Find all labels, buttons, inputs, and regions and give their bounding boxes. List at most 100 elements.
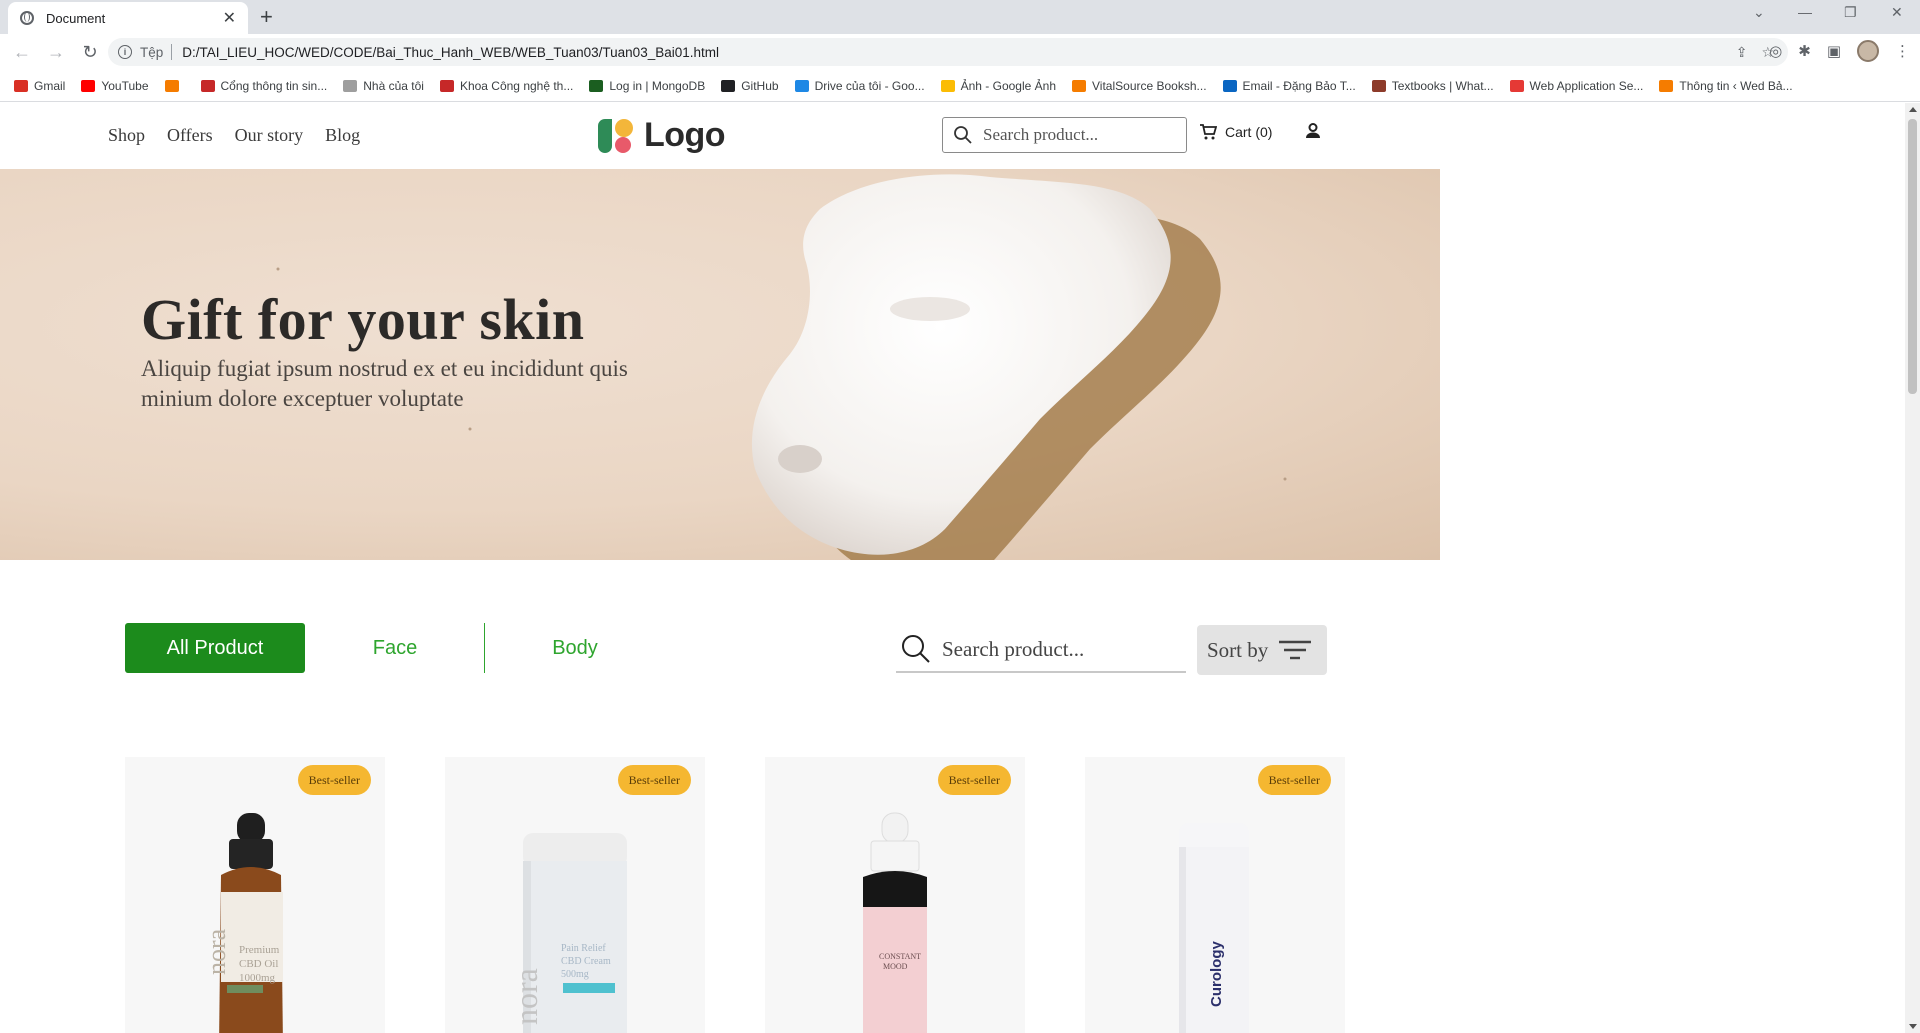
bookmark-item[interactable]: Nhà của tôi bbox=[343, 79, 424, 93]
bookmark-label: Thông tin ‹ Wed Bả... bbox=[1679, 78, 1793, 93]
best-seller-badge: Best-seller bbox=[297, 765, 371, 795]
filter-face-button[interactable]: Face bbox=[325, 623, 465, 673]
bookmark-item[interactable]: Drive của tôi - Goo... bbox=[794, 78, 925, 93]
product-card[interactable]: nora Pain Relief CBD Cream 500mg Best-se… bbox=[445, 757, 705, 1033]
forward-icon[interactable]: → bbox=[42, 38, 70, 66]
product-image-constant-mood: CONSTANT MOOD bbox=[863, 812, 927, 1033]
bookmark-item[interactable]: Gmail bbox=[14, 79, 65, 93]
user-account-button[interactable] bbox=[1303, 121, 1323, 146]
bookmark-favicon-icon bbox=[200, 79, 215, 92]
filter-body-button[interactable]: Body bbox=[505, 623, 645, 673]
page-viewport: Shop Offers Our story Blog Logo Cart (0) bbox=[0, 103, 1905, 1033]
bookmark-favicon-icon bbox=[1371, 79, 1386, 92]
product-label-line: 1000mg bbox=[239, 972, 276, 984]
site-header: Shop Offers Our story Blog Logo Cart (0) bbox=[0, 103, 1440, 169]
bookmark-item[interactable]: YouTube bbox=[81, 78, 149, 93]
address-scheme: Tệp bbox=[140, 44, 164, 60]
bookmark-label: YouTube bbox=[101, 78, 149, 93]
compass-icon[interactable]: ◎ bbox=[1769, 42, 1782, 60]
product-search bbox=[896, 627, 1186, 673]
bookmark-item[interactable]: Web Application Se... bbox=[1509, 78, 1644, 93]
bookmark-favicon-icon bbox=[343, 79, 358, 92]
product-label-line: CONSTANT bbox=[879, 952, 921, 961]
product-search-input[interactable] bbox=[942, 636, 1182, 662]
close-window-icon[interactable]: ✕ bbox=[1891, 4, 1903, 21]
restore-icon[interactable]: ❐ bbox=[1844, 4, 1857, 21]
product-label-line: CBD Cream bbox=[561, 956, 611, 967]
nav-offers[interactable]: Offers bbox=[167, 125, 213, 146]
product-image-cbd-cream: nora Pain Relief CBD Cream 500mg bbox=[508, 833, 627, 1033]
main-nav: Shop Offers Our story Blog bbox=[108, 125, 360, 146]
extensions-icon[interactable]: ✱ bbox=[1798, 42, 1811, 60]
bookmark-item[interactable]: Khoa Công nghệ th... bbox=[439, 78, 574, 93]
product-card[interactable]: CONSTANT MOOD Best-seller bbox=[765, 757, 1025, 1033]
logo-mark-icon bbox=[598, 117, 636, 155]
product-label-line: Premium bbox=[239, 944, 280, 956]
search-icon bbox=[902, 635, 930, 663]
cart-button[interactable]: Cart (0) bbox=[1199, 123, 1272, 141]
scroll-down-icon[interactable] bbox=[1909, 1024, 1917, 1029]
hero-banner: Gift for your skin Aliquip fugiat ipsum … bbox=[0, 169, 1440, 560]
sort-by-button[interactable]: Sort by bbox=[1197, 625, 1327, 675]
bookmark-item[interactable]: Thông tin ‹ Wed Bả... bbox=[1659, 78, 1793, 93]
bookmark-label: Cổng thông tin sin... bbox=[220, 78, 328, 93]
bookmark-item[interactable]: Log in | MongoDB bbox=[589, 79, 705, 93]
bookmark-favicon-icon bbox=[14, 79, 28, 92]
scrollbar-thumb[interactable] bbox=[1908, 119, 1917, 394]
bookmark-favicon-icon bbox=[81, 79, 96, 92]
cart-icon bbox=[1200, 124, 1217, 140]
address-separator bbox=[171, 44, 173, 60]
bookmark-label: VitalSource Booksh... bbox=[1092, 78, 1207, 93]
back-icon[interactable]: ← bbox=[8, 38, 36, 66]
profile-avatar[interactable] bbox=[1857, 40, 1879, 62]
product-card[interactable]: Curology Best-seller bbox=[1085, 757, 1345, 1033]
product-label-line: Curology bbox=[1208, 941, 1225, 1007]
bookmark-item[interactable]: Cổng thông tin sin... bbox=[200, 78, 328, 93]
bookmark-label: Web Application Se... bbox=[1529, 78, 1644, 93]
reload-icon[interactable]: ↻ bbox=[76, 38, 104, 66]
bookmark-item[interactable]: Textbooks | What... bbox=[1371, 79, 1494, 93]
menu-kebab-icon[interactable]: ⋮ bbox=[1895, 42, 1910, 60]
best-seller-badge: Best-seller bbox=[617, 765, 691, 795]
tab-search-icon[interactable]: ⌄ bbox=[1753, 4, 1765, 21]
bookmark-label: Gmail bbox=[34, 78, 66, 93]
product-label-line: Pain Relief bbox=[561, 943, 606, 954]
new-tab-icon[interactable]: + bbox=[260, 4, 273, 30]
nav-our-story[interactable]: Our story bbox=[235, 125, 304, 146]
bookmark-favicon-icon bbox=[794, 79, 809, 92]
bookmark-item[interactable]: Ảnh - Google Ảnh bbox=[940, 79, 1056, 93]
product-brand: nora bbox=[202, 928, 231, 975]
bookmark-item[interactable]: Email - Đặng Bảo T... bbox=[1222, 78, 1356, 93]
filter-all-products-button[interactable]: All Product bbox=[125, 623, 305, 673]
bookmark-item[interactable]: GitHub bbox=[721, 79, 779, 93]
bookmark-label: Khoa Công nghệ th... bbox=[459, 78, 574, 93]
bookmark-item[interactable] bbox=[164, 79, 185, 92]
page-scrollbar[interactable] bbox=[1905, 103, 1920, 1033]
minimize-icon[interactable]: — bbox=[1798, 4, 1812, 20]
share-icon[interactable]: ⇪ bbox=[1736, 44, 1748, 61]
info-icon[interactable]: i bbox=[118, 45, 132, 59]
bookmark-favicon-icon bbox=[439, 79, 454, 92]
logo[interactable]: Logo bbox=[598, 116, 726, 155]
product-card[interactable]: nora Premium CBD Oil 1000mg Best-seller bbox=[125, 757, 385, 1033]
tab-close-icon[interactable]: ✕ bbox=[223, 8, 236, 28]
bookmark-favicon-icon bbox=[1222, 79, 1237, 92]
scroll-up-icon[interactable] bbox=[1909, 107, 1917, 112]
header-search-input[interactable] bbox=[983, 125, 1173, 145]
bookmark-label: Drive của tôi - Goo... bbox=[814, 78, 925, 93]
product-label-line: MOOD bbox=[883, 962, 908, 971]
bookmark-label: Nhà của tôi bbox=[363, 78, 424, 93]
filter-divider bbox=[484, 623, 485, 673]
hero-title: Gift for your skin bbox=[141, 287, 585, 352]
sort-filter-icon bbox=[1279, 640, 1312, 660]
side-panel-icon[interactable]: ▣ bbox=[1827, 42, 1841, 60]
bookmark-favicon-icon bbox=[721, 79, 736, 92]
address-bar[interactable]: i Tệp D:/TAI_LIEU_HOC/WED/CODE/Bai_Thuc_… bbox=[108, 38, 1788, 66]
address-url: D:/TAI_LIEU_HOC/WED/CODE/Bai_Thuc_Hanh_W… bbox=[182, 44, 719, 60]
nav-shop[interactable]: Shop bbox=[108, 125, 145, 146]
browser-tab[interactable]: Document ✕ bbox=[8, 2, 248, 34]
bookmark-item[interactable]: VitalSource Booksh... bbox=[1072, 79, 1207, 93]
bookmark-label: Email - Đặng Bảo T... bbox=[1242, 78, 1356, 93]
bookmarks-bar: Gmail YouTube Cổng thông tin sin... Nhà của… bbox=[0, 70, 1920, 102]
nav-blog[interactable]: Blog bbox=[325, 125, 360, 146]
